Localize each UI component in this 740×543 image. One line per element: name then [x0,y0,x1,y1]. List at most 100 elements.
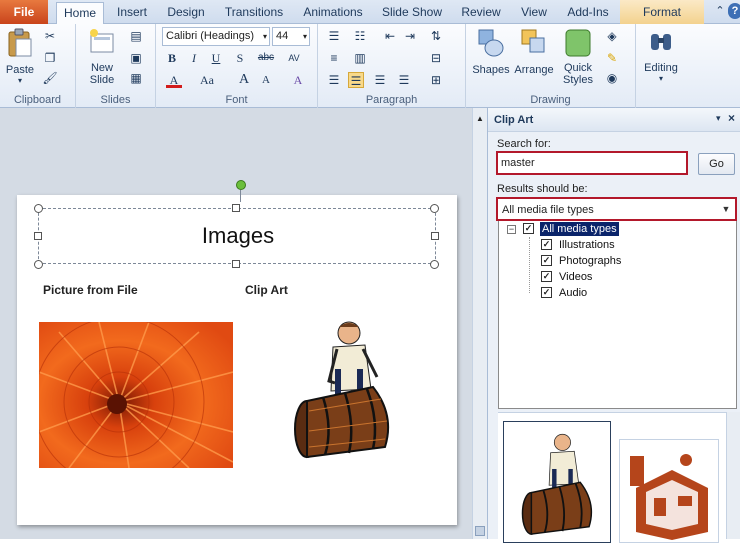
media-type-list: − ✓ All media types ✓ Illustrations ✓ Ph… [498,221,737,409]
paste-dropdown-icon[interactable]: ▾ [2,76,38,85]
group-paragraph: ☰ ☷ ⇤ ⇥ ⇅ ≡ ▥ ⊟ ☰ ☰ ☰ ☰ ⊞ Paragraph [318,24,466,108]
align-right-icon[interactable]: ☰ [372,72,388,88]
shadow-button[interactable]: S [232,50,248,66]
format-painter-icon[interactable]: 🖌 [42,70,58,86]
quick-styles-button[interactable]: Quick Styles [558,26,598,90]
numbering-icon[interactable]: ☷ [352,28,368,44]
scroll-thumb[interactable] [475,526,485,536]
bold-button[interactable]: B [164,50,180,66]
picture-heading[interactable]: Picture from File [43,283,138,297]
decrease-indent-icon[interactable]: ⇤ [382,28,398,44]
align-text-icon[interactable]: ⊟ [428,50,444,66]
tree-item-audio[interactable]: Audio [559,286,587,300]
videos-checkbox[interactable]: ✓ [541,271,552,282]
flower-photo[interactable] [39,322,233,468]
media-type-dropdown[interactable]: All media file types ▼ [496,197,737,221]
barrel-clip-art[interactable] [289,319,397,465]
results-scrollbar[interactable] [726,412,740,539]
tree-item-photographs[interactable]: Photographs [559,254,621,268]
char-spacing-button[interactable]: AV [284,50,304,66]
smartart-icon[interactable]: ⊞ [428,72,444,88]
result-thumbnail-room[interactable] [619,439,719,543]
tab-home[interactable]: Home [56,2,104,25]
align-left-icon[interactable]: ☰ [326,72,342,88]
align-center-icon[interactable]: ☰ [348,72,364,88]
shape-fill-icon[interactable]: ◈ [604,28,620,44]
resize-handle-br[interactable] [430,260,439,269]
shrink-font-button[interactable]: A [258,72,274,88]
columns-icon[interactable]: ▥ [352,50,368,66]
group-slides: New Slide ▤ ▣ ▦ Slides [76,24,156,108]
layout-icon[interactable]: ▤ [128,28,144,44]
editing-button[interactable]: Editing ▾ [638,26,684,88]
title-placeholder[interactable]: Images [38,208,436,264]
italic-button[interactable]: I [186,50,202,66]
tab-transitions[interactable]: Transitions [220,2,288,24]
strikethrough-button[interactable]: abc [254,50,278,66]
go-button[interactable]: Go [698,153,735,175]
scroll-up-icon[interactable]: ▲ [475,114,485,124]
increase-indent-icon[interactable]: ⇥ [402,28,418,44]
tab-view[interactable]: View [514,2,554,24]
slide-canvas[interactable]: Images Picture from File Clip Art [17,180,457,525]
pane-close-icon[interactable]: × [728,111,735,125]
clip-art-heading[interactable]: Clip Art [245,283,288,297]
resize-handle-bl[interactable] [34,260,43,269]
text-direction-icon[interactable]: ⇅ [428,28,444,44]
resize-handle-l[interactable] [34,232,42,240]
all-media-checkbox[interactable]: ✓ [523,223,534,234]
shape-effects-icon[interactable]: ◉ [604,70,620,86]
result-thumbnail-barrel[interactable] [503,421,611,543]
rotate-handle[interactable] [236,180,246,190]
tab-slide-show[interactable]: Slide Show [378,2,446,24]
tab-review[interactable]: Review [456,2,506,24]
justify-icon[interactable]: ☰ [396,72,412,88]
shapes-icon [478,29,504,57]
underline-button[interactable]: U [208,50,224,66]
font-color-button[interactable]: A [166,72,182,88]
resize-handle-b[interactable] [232,260,240,268]
tab-add-ins[interactable]: Add-Ins [562,2,614,24]
editing-dropdown-icon[interactable]: ▾ [638,74,684,83]
tab-animations[interactable]: Animations [298,2,368,24]
help-icon[interactable]: ? [728,3,740,19]
new-slide-button[interactable]: New Slide [82,26,122,90]
arrange-button[interactable]: Arrange [512,26,556,88]
search-input[interactable]: master [496,151,688,175]
font-size-dropdown[interactable]: 44 ▾ [272,27,310,46]
resize-handle-t[interactable] [232,204,240,212]
tab-file[interactable]: File [0,0,48,24]
tab-insert[interactable]: Insert [110,2,154,24]
shape-outline-icon[interactable]: ✎ [604,50,620,66]
tree-item-all-media[interactable]: All media types [540,222,619,236]
tab-format[interactable]: Format [620,0,704,24]
clear-formatting-button[interactable]: A [290,72,306,88]
resize-handle-tl[interactable] [34,204,43,213]
reset-icon[interactable]: ▣ [128,50,144,66]
resize-handle-r[interactable] [431,232,439,240]
paste-button[interactable]: Paste ▾ [2,26,38,88]
pane-options-icon[interactable]: ▾ [716,113,721,124]
resize-handle-tr[interactable] [430,204,439,213]
line-spacing-icon[interactable]: ≡ [326,50,342,66]
copy-icon[interactable]: ❐ [42,50,58,66]
collapse-tree-icon[interactable]: − [507,225,516,234]
font-name-dropdown[interactable]: Calibri (Headings) ▾ [162,27,270,46]
change-case-button[interactable]: Aa [196,72,218,88]
photographs-checkbox[interactable]: ✓ [541,255,552,266]
slide-vertical-scrollbar[interactable]: ▲ [472,108,487,539]
grow-font-button[interactable]: A [236,72,252,88]
audio-checkbox[interactable]: ✓ [541,287,552,298]
slide-work-area: Images Picture from File Clip Art [0,108,487,539]
tab-design[interactable]: Design [162,2,210,24]
tree-item-illustrations[interactable]: Illustrations [559,238,615,252]
shapes-button[interactable]: Shapes [470,26,512,88]
slide-title[interactable]: Images [39,223,437,249]
tree-item-videos[interactable]: Videos [559,270,592,284]
minimize-ribbon-icon[interactable]: ⌃ [712,4,728,20]
group-editing: Editing ▾ [636,24,686,108]
illustrations-checkbox[interactable]: ✓ [541,239,552,250]
cut-icon[interactable]: ✂ [42,28,58,44]
section-icon[interactable]: ▦ [128,70,144,86]
bullets-icon[interactable]: ☰ [326,28,342,44]
